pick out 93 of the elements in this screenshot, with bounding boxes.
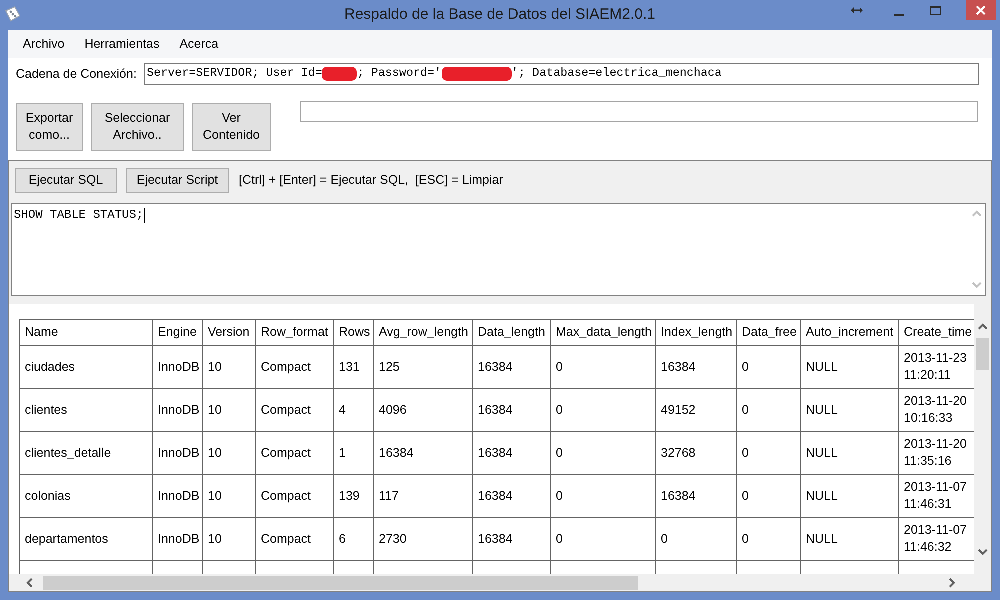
table-cell: 2730 xyxy=(374,518,472,560)
table-cell: 16384 xyxy=(656,346,736,388)
toolbar-button[interactable]: Ejecutar Script xyxy=(126,168,229,193)
table-cell: 1 xyxy=(334,432,374,474)
table-cell: 10 xyxy=(202,518,256,560)
column-header[interactable]: Avg_row_length xyxy=(374,320,472,346)
table-cell: colonias xyxy=(20,474,152,518)
table-cell: InnoDB xyxy=(152,388,202,432)
table-cell: NULL xyxy=(800,432,898,474)
chevron-right-icon[interactable] xyxy=(948,578,956,588)
table-cell: clientes xyxy=(20,388,152,432)
table-cell: 10 xyxy=(202,346,256,388)
redaction-icon xyxy=(442,67,512,81)
column-header[interactable]: Auto_increment xyxy=(800,320,898,346)
table-cell: 10 xyxy=(202,388,256,432)
shortcut-hint: [Ctrl] + [Enter] = Ejecutar SQL, [ESC] = Limpiar xyxy=(239,172,504,190)
table-cell: 16384 xyxy=(472,518,550,560)
table-cell: 16384 xyxy=(472,388,550,432)
action-button[interactable]: Ver Contenido xyxy=(192,103,271,151)
table-cell: 16384 xyxy=(472,346,550,388)
close-icon xyxy=(976,6,986,14)
table-cell: 0 xyxy=(736,474,800,518)
table-cell: 125 xyxy=(374,346,472,388)
action-button[interactable]: Seleccionar Archivo.. xyxy=(91,103,184,151)
table-cell: 10 xyxy=(202,432,256,474)
table-cell: 0 xyxy=(550,432,656,474)
table-cell: InnoDB xyxy=(152,474,202,518)
table-cell: InnoDB xyxy=(152,432,202,474)
text-cursor-icon xyxy=(144,208,145,223)
table-cell: Compact xyxy=(256,388,334,432)
table-cell: departamentos xyxy=(20,518,152,560)
window-title: Respaldo de la Base de Datos del SIAEM2.0.1 xyxy=(344,5,656,25)
table-cell: 16384 xyxy=(374,432,472,474)
column-header[interactable]: Version xyxy=(202,320,256,346)
table-cell: 0 xyxy=(550,388,656,432)
connection-string-field[interactable]: Server=SERVIDOR; User Id= ; Password=' '; Database=electrica_menchaca xyxy=(144,63,979,85)
table-cell: InnoDB xyxy=(152,518,202,560)
column-header[interactable]: Data_free xyxy=(736,320,800,346)
table-cell: Compact xyxy=(256,518,334,560)
chevron-left-icon[interactable] xyxy=(26,578,34,588)
table-cell: Compact xyxy=(256,474,334,518)
column-header[interactable]: Index_length xyxy=(656,320,736,346)
menu-item[interactable]: Archivo xyxy=(16,33,72,55)
column-header[interactable]: Name xyxy=(20,320,152,346)
column-header[interactable]: Row_format xyxy=(256,320,334,346)
table-cell: NULL xyxy=(800,346,898,388)
maximize-icon[interactable] xyxy=(930,6,941,15)
table-cell: 0 xyxy=(550,346,656,388)
table-cell: 0 xyxy=(736,432,800,474)
table-cell: 0 xyxy=(550,518,656,560)
table-cell: 6 xyxy=(334,518,374,560)
table-cell: 4096 xyxy=(374,388,472,432)
connection-label: Cadena de Conexión: xyxy=(16,66,138,83)
table-cell: 0 xyxy=(550,474,656,518)
table-cell: 16384 xyxy=(472,474,550,518)
table-cell: 16384 xyxy=(472,432,550,474)
table-cell: Compact xyxy=(256,346,334,388)
table-cell: 131 xyxy=(334,346,374,388)
table-cell: 49152 xyxy=(656,388,736,432)
chevron-up-icon[interactable] xyxy=(978,323,988,331)
action-button[interactable]: Exportar como... xyxy=(16,103,83,151)
toolbar-button[interactable]: Ejecutar SQL xyxy=(15,168,117,193)
column-header[interactable]: Rows xyxy=(334,320,374,346)
scrollbar-thumb[interactable] xyxy=(43,576,638,590)
table-cell: clientes_detalle xyxy=(20,432,152,474)
table-cell: 16384 xyxy=(656,474,736,518)
table-cell: 117 xyxy=(374,474,472,518)
column-header[interactable]: Engine xyxy=(152,320,202,346)
table-cell: 0 xyxy=(736,388,800,432)
table-cell: Compact xyxy=(256,432,334,474)
table-cell: 0 xyxy=(736,518,800,560)
close-button[interactable] xyxy=(966,0,996,20)
table-cell: NULL xyxy=(800,518,898,560)
column-header[interactable]: Data_length xyxy=(472,320,550,346)
table-cell: 4 xyxy=(334,388,374,432)
table-cell: NULL xyxy=(800,474,898,518)
redaction-icon xyxy=(322,67,358,81)
input-field[interactable] xyxy=(300,101,978,122)
table-cell: InnoDB xyxy=(152,346,202,388)
table-cell: 0 xyxy=(736,346,800,388)
table-cell: 32768 xyxy=(656,432,736,474)
scrollbar-thumb[interactable] xyxy=(976,338,989,370)
table-cell: ciudades xyxy=(20,346,152,388)
table-cell: NULL xyxy=(800,388,898,432)
double-arrow-icon[interactable] xyxy=(851,7,863,14)
chevron-down-icon[interactable] xyxy=(978,548,988,556)
dice-icon[interactable] xyxy=(5,6,21,22)
column-header[interactable]: Max_data_length xyxy=(550,320,656,346)
table-cell: 139 xyxy=(334,474,374,518)
menu-item[interactable]: Acerca xyxy=(172,33,226,55)
menu-item[interactable]: Herramientas xyxy=(78,33,167,55)
table-cell: 0 xyxy=(656,518,736,560)
table-cell: 10 xyxy=(202,474,256,518)
